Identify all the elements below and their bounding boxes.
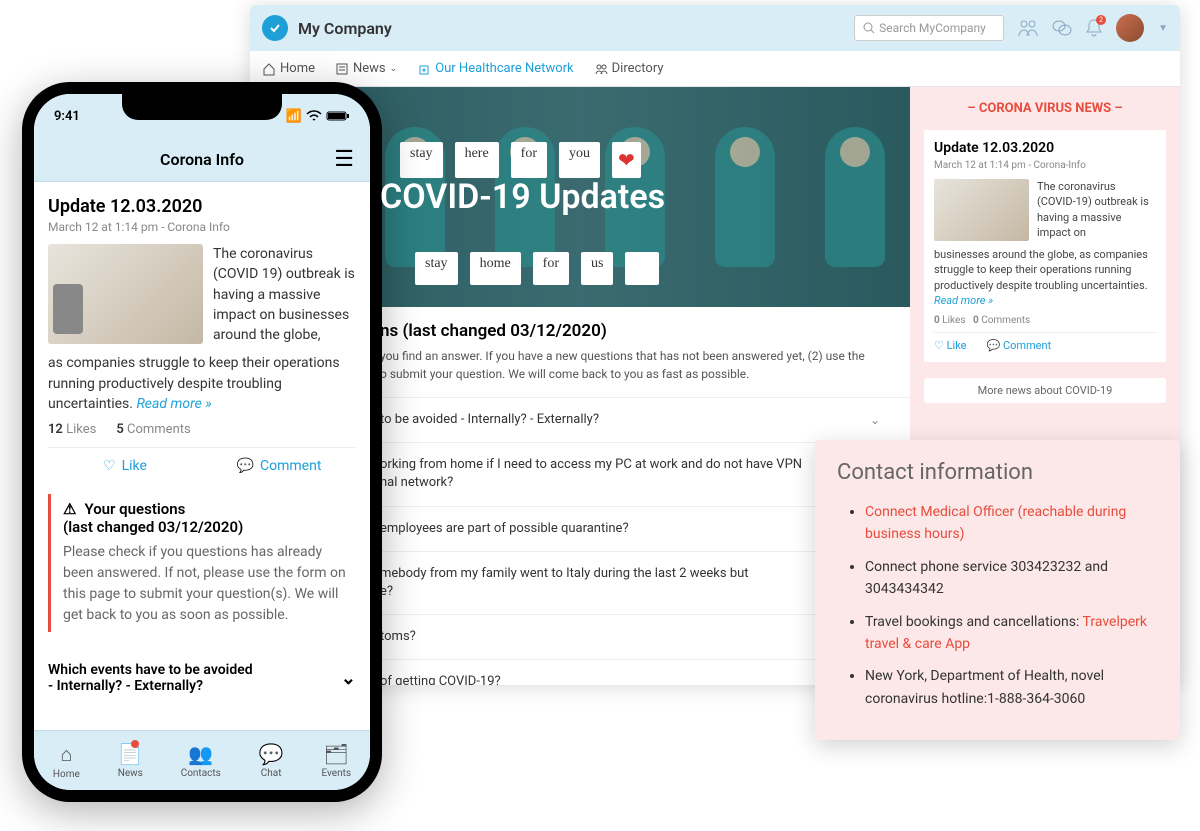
update-stats: 12 Likes 5 Comments <box>48 422 356 437</box>
contact-item: Connect phone service 303423232 and 3043… <box>865 556 1158 601</box>
hero-sign: you <box>559 142 600 178</box>
read-more-link[interactable]: Read more » <box>934 294 993 307</box>
faq-item[interactable]: Which events have to be avoided- Interna… <box>48 652 356 704</box>
nav-news[interactable]: News⌄ <box>335 61 397 76</box>
hero-sign: us <box>581 252 613 285</box>
update-thumbnail <box>48 244 203 344</box>
news-icon: 📄 <box>118 742 143 766</box>
warning-icon: ⚠ <box>63 500 76 518</box>
chat-icon: 💬 <box>259 742 284 766</box>
update-text: as companies struggle to keep their oper… <box>48 353 356 414</box>
nav-contacts[interactable]: 👥Contacts <box>181 742 221 779</box>
phone-header: Corona Info ☰ <box>34 138 370 182</box>
like-button[interactable]: ♡ Like <box>934 339 967 352</box>
chevron-down-icon: ⌄ <box>341 668 356 689</box>
phone-notch <box>122 94 282 120</box>
company-name: My Company <box>298 19 392 38</box>
contact-card: Contact information Connect Medical Offi… <box>815 440 1180 740</box>
logo-icon[interactable] <box>262 15 288 41</box>
nav-news[interactable]: 📄News <box>118 742 143 779</box>
news-stats: 0 Likes 0 Comments <box>934 315 1156 326</box>
update-meta: March 12 at 1:14 pm - Corona Info <box>48 220 356 234</box>
nav-home[interactable]: ⌂Home <box>53 742 80 780</box>
notification-badge: 2 <box>1096 15 1106 25</box>
update-text: The coronavirus (COVID 19) outbreak is h… <box>213 244 356 345</box>
hero-sign: for <box>533 252 569 285</box>
news-title: Update 12.03.2020 <box>934 140 1156 156</box>
status-time: 9:41 <box>54 109 80 124</box>
questions-desc: you find an answer. If you have a new qu… <box>380 347 892 365</box>
search-input[interactable]: Search MyCompany <box>854 15 1004 41</box>
contacts-icon: 👥 <box>188 742 213 766</box>
questions-desc: o submit your question. We will come bac… <box>380 365 892 383</box>
chevron-down-icon[interactable]: ▼ <box>1158 23 1168 34</box>
folder-icon: 🗂 <box>324 742 349 766</box>
avatar[interactable] <box>1116 14 1144 42</box>
menu-icon[interactable]: ☰ <box>334 147 354 172</box>
topbar: My Company Search MyCompany 2 ▼ <box>250 5 1180 51</box>
search-placeholder: Search MyCompany <box>879 21 986 35</box>
nav-chat[interactable]: 💬Chat <box>259 742 284 779</box>
hero-title: COVID-19 Updates <box>380 177 910 217</box>
like-button[interactable]: ♡ Like <box>48 458 202 474</box>
chat-icon[interactable] <box>1052 19 1072 37</box>
notification-dot <box>131 740 139 748</box>
hero-sign: here <box>455 142 499 178</box>
phone-mockup: 9:41 📶 Corona Info ☰ Update 12.03.2020 M… <box>22 82 382 802</box>
chevron-down-icon: ⌄ <box>870 412 880 429</box>
contact-item: New York, Department of Health, novel co… <box>865 665 1158 710</box>
contact-item: Connect Medical Officer (reachable durin… <box>865 501 1158 546</box>
nav-healthcare[interactable]: Our Healthcare Network <box>417 61 573 76</box>
phone-title: Corona Info <box>160 150 244 169</box>
comment-button[interactable]: 💬 Comment <box>987 339 1052 352</box>
signal-icon: 📶 <box>286 109 302 124</box>
wifi-icon <box>306 110 322 122</box>
questions-subtitle: (last changed 03/12/2020) <box>63 518 356 536</box>
chevron-down-icon: ⌄ <box>390 64 398 74</box>
hero-sign: stay <box>415 252 458 285</box>
contact-list: Connect Medical Officer (reachable durin… <box>837 501 1158 710</box>
people-icon[interactable] <box>1018 19 1038 37</box>
sidebar-title: – CORONA VIRUS NEWS – <box>924 101 1166 116</box>
news-text: businesses around the globe, as companie… <box>934 247 1156 309</box>
home-icon: ⌂ <box>60 742 72 767</box>
nav-directory[interactable]: Directory <box>594 61 664 76</box>
heart-icon <box>612 142 641 178</box>
contact-link[interactable]: Connect Medical Officer (reachable durin… <box>865 504 1126 542</box>
questions-heading: ns (last changed 03/12/2020) <box>380 321 892 341</box>
nav-home[interactable]: Home <box>262 61 315 76</box>
exclaim-sign: ! <box>625 252 659 285</box>
bottom-nav: ⌂Home 📄News 👥Contacts 💬Chat 🗂Events <box>34 730 370 790</box>
hero-sign: stay <box>400 142 443 178</box>
questions-block: ⚠Your questions (last changed 03/12/2020… <box>48 494 356 632</box>
read-more-link[interactable]: Read more » <box>136 396 211 412</box>
update-title: Update 12.03.2020 <box>48 196 356 217</box>
comment-button[interactable]: 💬 Comment <box>202 458 356 474</box>
news-thumbnail <box>934 179 1029 241</box>
questions-text: Please check if you questions has alread… <box>63 542 356 626</box>
hero-sign: home <box>470 252 521 285</box>
battery-icon <box>326 110 350 122</box>
news-text: The coronavirus (COVID-19) outbreak is h… <box>1037 179 1156 241</box>
hero-sign: for <box>511 142 547 178</box>
nav-events[interactable]: 🗂Events <box>321 742 351 779</box>
more-news-link[interactable]: More news about COVID-19 <box>924 378 1166 403</box>
news-card: Update 12.03.2020 March 12 at 1:14 pm - … <box>924 130 1166 362</box>
bell-icon[interactable]: 2 <box>1086 19 1102 37</box>
subnav: Home News⌄ Our Healthcare Network Direct… <box>250 51 1180 87</box>
contact-title: Contact information <box>837 460 1158 485</box>
news-meta: March 12 at 1:14 pm - Corona-Info <box>934 160 1156 171</box>
contact-item: Travel bookings and cancellations: Trave… <box>865 611 1158 656</box>
faq-item[interactable]: to be avoided - Internally? - Externally… <box>380 398 910 443</box>
